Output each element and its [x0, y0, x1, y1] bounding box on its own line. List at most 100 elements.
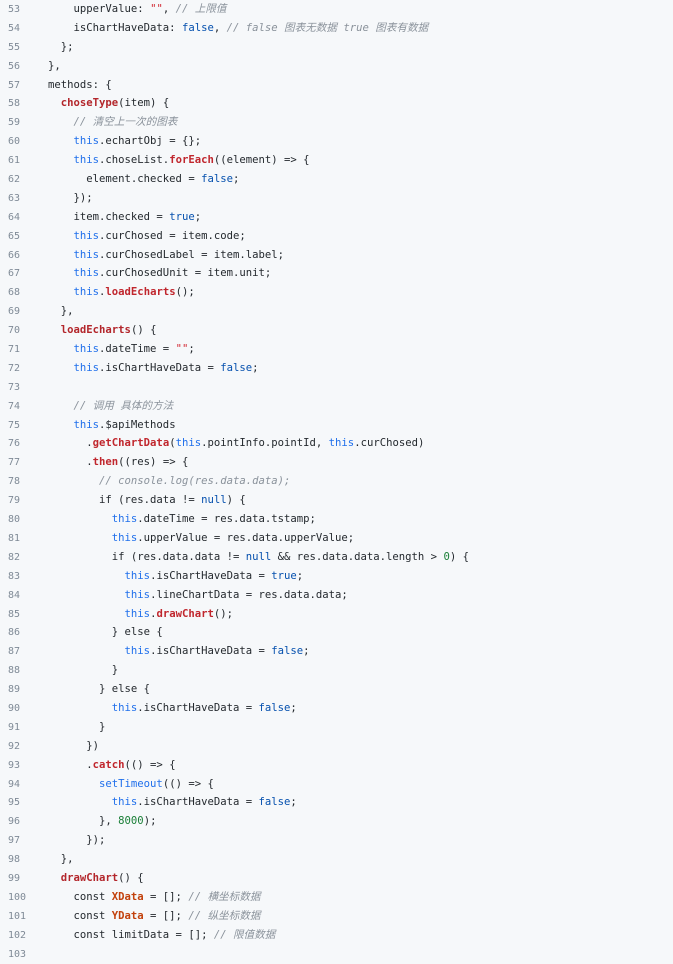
line-number: 77 [8, 457, 21, 469]
line-text: this.dateTime = ""; [48, 340, 195, 359]
line-number: 100 [8, 891, 27, 903]
line-text: }); [48, 189, 93, 208]
line-text: if (res.data.data != null && res.data.da… [48, 548, 469, 567]
code-line: 81 this.upperValue = res.data.upperValue… [0, 529, 673, 548]
line-number: 68 [8, 287, 21, 299]
code-line: 80 this.dateTime = res.data.tstamp; [0, 510, 673, 529]
code-token: this [73, 248, 100, 261]
code-token: null [201, 494, 227, 507]
line-number: 59 [8, 117, 21, 129]
code-token: catch [92, 758, 125, 771]
code-line: 78 // console.log(res.data.data); [0, 472, 673, 491]
code-token: setTimeout [99, 777, 163, 790]
code-token: this [124, 569, 151, 582]
line-text: }, [48, 850, 74, 869]
code-line: 100 const XData = []; // 横坐标数据 [0, 888, 673, 907]
code-token: .isChartHaveData = [150, 569, 272, 582]
code-line: 73 [0, 378, 673, 397]
code-line: 62 element.checked = false; [0, 170, 673, 189]
line-number: 98 [8, 854, 21, 866]
line-text: this.isChartHaveData = true; [48, 567, 304, 586]
line-number: 92 [8, 740, 21, 752]
code-token: this [73, 286, 100, 299]
code-line: 74 // 调用 具体的方法 [0, 397, 673, 416]
line-number: 74 [8, 400, 21, 412]
line-number: 73 [8, 381, 21, 393]
code-token: const [48, 890, 112, 903]
code-token: drawChart [156, 607, 214, 620]
line-number: 56 [8, 60, 21, 72]
code-line: 91 } [0, 718, 673, 737]
code-token: false [201, 173, 233, 186]
line-number: 58 [8, 98, 21, 110]
code-token: .curChosedUnit = item.unit; [99, 267, 272, 280]
code-token: ; [296, 569, 304, 582]
code-token: ; [252, 361, 259, 374]
line-number: 95 [8, 797, 21, 809]
code-token: // 清空上一次的图表 [73, 116, 178, 129]
code-token: (() => { [124, 758, 176, 771]
code-token: .choseList. [99, 154, 170, 167]
code-token: (item) { [118, 97, 170, 110]
code-line: 98 }, [0, 850, 673, 869]
line-text: upperValue: "", // 上限值 [48, 0, 227, 19]
code-token: // 横坐标数据 [188, 890, 261, 903]
line-text: this.choseList.forEach((element) => { [48, 151, 310, 170]
code-token: = []; [143, 909, 189, 922]
line-number: 62 [8, 174, 21, 186]
code-token: // 纵坐标数据 [188, 909, 261, 922]
code-line: 68 this.loadEcharts(); [0, 283, 673, 302]
code-line: 90 this.isChartHaveData = false; [0, 699, 673, 718]
code-token: }, [48, 305, 74, 318]
line-number: 102 [8, 929, 27, 941]
code-token: }); [48, 834, 106, 847]
code-token: .isChartHaveData = [150, 645, 272, 658]
code-token: this [124, 588, 151, 601]
code-token: }, [48, 815, 119, 828]
code-token: this [73, 361, 100, 374]
code-line: 86 } else { [0, 623, 673, 642]
code-token: }) [48, 739, 100, 752]
line-text: } [48, 661, 118, 680]
line-text: .catch(() => { [48, 756, 176, 775]
line-text: this.isChartHaveData = false; [48, 699, 297, 718]
line-number: 60 [8, 136, 21, 148]
code-token: false [181, 21, 214, 34]
line-text: .then((res) => { [48, 453, 188, 472]
code-view[interactable]: 53 upperValue: "", // 上限值 54 isChartHaveD… [0, 0, 673, 963]
code-line: 64 item.checked = true; [0, 208, 673, 227]
code-token: .curChosed) [354, 437, 425, 450]
code-token: .isChartHaveData = [137, 701, 259, 714]
code-token: }, [48, 59, 61, 72]
code-token: .lineChartData = res.data.data; [150, 588, 348, 601]
line-text: } else { [48, 623, 163, 642]
code-token: () { [130, 324, 157, 337]
code-line: 85 this.drawChart(); [0, 605, 673, 624]
code-token: }); [48, 191, 93, 204]
code-token: isChartHaveData: [48, 21, 182, 34]
line-text: this.curChosed = item.code; [48, 227, 246, 246]
line-text: const XData = []; // 横坐标数据 [48, 888, 261, 907]
line-number: 63 [8, 192, 21, 204]
code-token: upperValue: [48, 3, 151, 15]
line-number: 54 [8, 22, 21, 34]
code-token: this [111, 513, 138, 526]
code-token: "" [175, 343, 189, 356]
code-token: false [258, 701, 291, 714]
code-token: getChartData [92, 437, 170, 450]
code-token: } [48, 720, 106, 733]
line-text: } [48, 718, 105, 737]
code-token: true [169, 210, 195, 223]
code-token: .curChosedLabel = item.label; [99, 248, 284, 261]
